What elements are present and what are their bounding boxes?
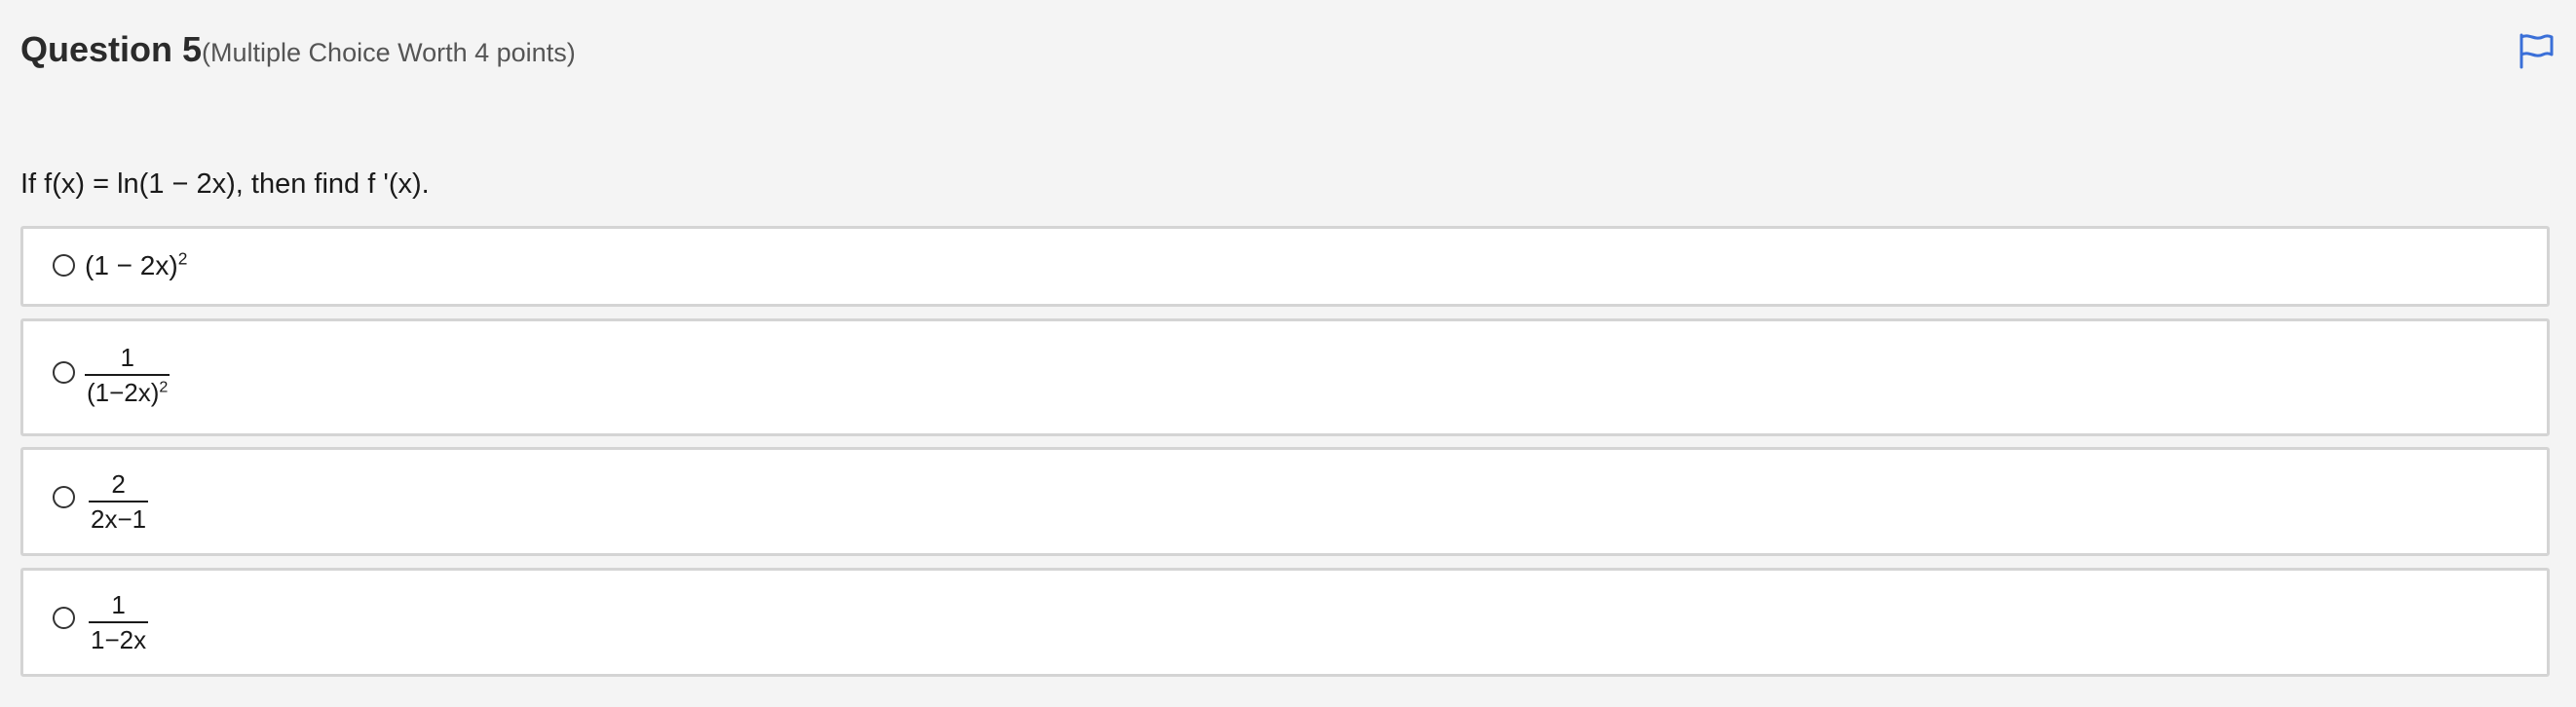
answer-choice-4[interactable]: 1 1−2x: [20, 568, 2550, 677]
choice-4-numerator: 1: [111, 590, 126, 619]
choice-4-fraction: 1 1−2x: [89, 590, 149, 654]
choice-2-denominator: (1−2x): [87, 378, 160, 407]
question-title: Question 5: [20, 29, 203, 69]
flag-icon: [2519, 33, 2554, 69]
choice-3-fraction: 2 2x−1: [89, 469, 149, 534]
answer-choice-3[interactable]: 2 2x−1: [20, 447, 2550, 556]
answer-radio-4[interactable]: [53, 607, 75, 629]
choice-1-text: (1 − 2x)2: [85, 250, 187, 281]
choice-2-fraction: 1 (1−2x)2: [85, 345, 170, 405]
choice-3-denominator: 2x−1: [91, 504, 147, 534]
choice-4-denominator: 1−2x: [91, 625, 147, 654]
answer-radio-3[interactable]: [53, 486, 75, 508]
flag-question-button[interactable]: [2518, 31, 2557, 70]
choice-1-exponent: 2: [177, 248, 188, 269]
question-points: (Multiple Choice Worth 4 points): [202, 38, 576, 67]
choice-2-denominator-group: (1−2x)2: [85, 376, 170, 405]
question-header: Question 5 (Multiple Choice Worth 4 poin…: [20, 29, 576, 70]
choice-2-numerator: 1: [120, 343, 134, 372]
choice-1-base: (1 − 2x): [85, 250, 178, 280]
answer-radio-2[interactable]: [53, 361, 75, 384]
answer-choice-1[interactable]: (1 − 2x)2: [20, 226, 2550, 307]
choice-2-denominator-exponent: 2: [159, 378, 169, 396]
question-prompt: If f(x) = ln(1 − 2x), then find f '(x).: [20, 168, 430, 200]
answer-choice-2[interactable]: 1 (1−2x)2: [20, 318, 2550, 436]
answer-radio-1[interactable]: [53, 254, 75, 277]
choice-3-numerator: 2: [111, 469, 126, 499]
